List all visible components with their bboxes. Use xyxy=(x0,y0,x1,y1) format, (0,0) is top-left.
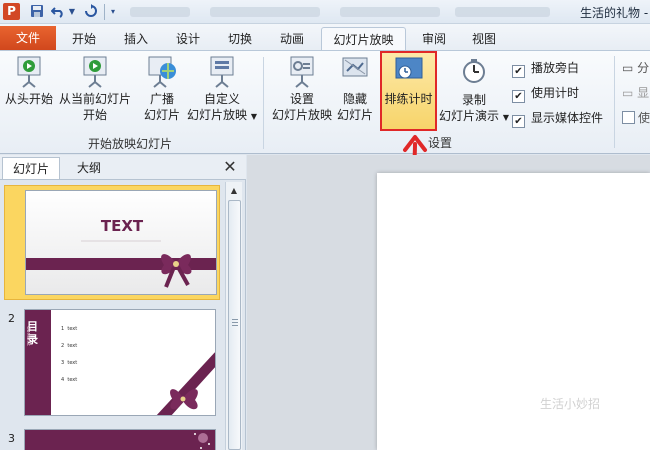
broadcast-icon xyxy=(148,56,176,88)
document-title: 生活的礼物 - xyxy=(580,6,649,20)
tab-review[interactable]: 审阅 xyxy=(414,27,454,51)
tab-home[interactable]: 开始 xyxy=(62,27,106,51)
toolbar-separator xyxy=(104,4,105,20)
tab-transitions[interactable]: 切换 xyxy=(218,27,262,51)
slideshow-current-icon xyxy=(83,56,107,88)
rehearse-timings-button[interactable]: 排练计时 xyxy=(382,55,435,107)
slide-3-preview xyxy=(24,429,216,450)
slide-2-item: 3 text xyxy=(61,360,78,366)
tab-outline[interactable]: 大纲 xyxy=(64,157,114,179)
custom-label-1: 自定义 xyxy=(203,92,240,106)
slide-2-design xyxy=(25,310,215,415)
undo-icon[interactable] xyxy=(50,4,66,20)
blurred-tab xyxy=(130,7,190,17)
show-on-monitor-item[interactable]: ▭ 显 xyxy=(622,85,649,101)
save-icon[interactable] xyxy=(29,4,45,20)
broadcast-slideshow-button[interactable]: 广播 幻灯片 xyxy=(142,55,182,123)
slide-2-item: 2 text xyxy=(61,343,78,349)
monitor-resolution-item[interactable]: ▭ 分 xyxy=(622,60,649,76)
undo-dropdown-icon[interactable]: ▼ xyxy=(68,4,76,20)
tab-file[interactable]: 文件 xyxy=(0,26,56,51)
record-label-2: 幻灯片演示 ▼ xyxy=(439,109,509,123)
checkbox-checked-icon[interactable]: ✔ xyxy=(512,115,525,128)
blurred-tab xyxy=(340,7,440,17)
hide-label-1: 隐藏 xyxy=(342,92,367,106)
hide-slide-icon xyxy=(342,57,368,77)
slide-thumbnail-2[interactable]: 目录 Content 1 text 2 text 3 text 4 text xyxy=(4,305,220,420)
slide-3-design xyxy=(25,430,215,450)
rehearse-timer-icon xyxy=(395,57,422,79)
slide-1-preview: TEXT xyxy=(25,190,217,295)
close-icon[interactable]: ✕ xyxy=(222,158,238,176)
custom-label-2: 幻灯片放映 ▼ xyxy=(187,108,257,122)
custom-slideshow-button[interactable]: 自定义 幻灯片放映 ▼ xyxy=(186,55,258,125)
from-current-label-2: 开始 xyxy=(82,108,107,122)
slide-1-design xyxy=(26,191,216,294)
tab-slides[interactable]: 幻灯片 xyxy=(2,157,60,179)
checkbox-label: 使用计时 xyxy=(531,86,580,100)
setup-label-2: 幻灯片放映 xyxy=(271,108,332,122)
grip-line xyxy=(232,319,238,320)
grip-line xyxy=(232,322,238,323)
from-current-label-1: 从当前幻灯片 xyxy=(58,92,131,106)
group-label-start-slideshow: 开始放映幻灯片 xyxy=(87,137,172,151)
redo-icon[interactable] xyxy=(84,4,98,20)
tab-animations[interactable]: 动画 xyxy=(270,27,314,51)
customize-toolbar-icon[interactable]: ▾ xyxy=(108,4,118,20)
checkbox-checked-icon[interactable]: ✔ xyxy=(512,65,525,78)
setup-slideshow-button[interactable]: 设置 幻灯片放映 xyxy=(270,55,334,123)
blurred-tab xyxy=(210,7,320,17)
scroll-up-icon[interactable]: ▲ xyxy=(226,183,242,199)
vertical-scrollbar[interactable]: ▲ xyxy=(225,182,242,450)
slide-2-preview: 目录 Content 1 text 2 text 3 text 4 text xyxy=(24,309,216,416)
scrollbar-thumb[interactable] xyxy=(228,200,241,450)
slide-thumbnail-3[interactable] xyxy=(4,425,220,450)
slide-2-side-subtitle: Content xyxy=(25,326,31,346)
slideshow-start-icon xyxy=(17,56,41,88)
current-slide-canvas[interactable] xyxy=(377,173,650,450)
slide-2-item: 1 text xyxy=(61,326,78,332)
hide-slide-button[interactable]: 隐藏 幻灯片 xyxy=(335,55,375,123)
checkbox-play-narrations[interactable]: ✔ 播放旁白 xyxy=(512,60,579,78)
dropdown-arrow-icon: ▼ xyxy=(502,113,509,122)
tab-insert[interactable]: 插入 xyxy=(114,27,158,51)
use-presenter-view-checkbox[interactable]: 使 xyxy=(622,110,650,126)
slide-thumbnail-1[interactable]: TEXT xyxy=(4,185,220,300)
checkbox-use-timings[interactable]: ✔ 使用计时 xyxy=(512,85,579,103)
record-icon xyxy=(463,59,485,83)
dropdown-arrow-icon: ▼ xyxy=(250,112,257,121)
powerpoint-app-icon[interactable]: P xyxy=(3,3,20,20)
pane-tabs: 幻灯片 大纲 ✕ xyxy=(0,155,246,180)
grip-line xyxy=(232,325,238,326)
checkbox-checked-icon[interactable]: ✔ xyxy=(512,90,525,103)
tab-design[interactable]: 设计 xyxy=(166,27,210,51)
rehearse-label: 排练计时 xyxy=(384,92,433,106)
title-bar: P ▼ ▾ 生活的礼物 - xyxy=(0,0,650,24)
broadcast-label-2: 幻灯片 xyxy=(143,108,180,122)
custom-show-icon xyxy=(210,56,234,88)
ribbon-tab-row: 文件 开始 插入 设计 切换 动画 幻灯片放映 审阅 视图 xyxy=(0,24,650,51)
slide-1-title: TEXT xyxy=(100,217,144,235)
group-separator xyxy=(263,57,264,149)
group-separator xyxy=(614,56,615,148)
checkbox-unchecked-icon[interactable] xyxy=(622,111,635,124)
watermark-text: 生活小妙招 xyxy=(540,397,601,411)
checkbox-show-media-controls[interactable]: ✔ 显示媒体控件 xyxy=(512,110,603,128)
setup-show-icon xyxy=(290,56,314,88)
broadcast-label-1: 广播 xyxy=(149,92,174,106)
tab-view[interactable]: 视图 xyxy=(464,27,504,51)
checkbox-label: 播放旁白 xyxy=(531,61,580,75)
checkbox-label: 显示媒体控件 xyxy=(531,111,604,125)
record-label-1: 录制 xyxy=(461,93,486,107)
record-slideshow-button[interactable]: 录制 幻灯片演示 ▼ xyxy=(438,56,510,126)
slide-2-item: 4 text xyxy=(61,377,78,383)
blurred-tab xyxy=(455,7,550,17)
setup-label-1: 设置 xyxy=(289,92,314,106)
slides-pane: 幻灯片 大纲 ✕ 1 TEXT 2 xyxy=(0,155,246,450)
from-current-slide-button[interactable]: 从当前幻灯片 开始 xyxy=(58,55,132,123)
tab-slide-show[interactable]: 幻灯片放映 xyxy=(321,27,406,51)
from-beginning-label: 从头开始 xyxy=(4,92,53,106)
from-beginning-button[interactable]: 从头开始 xyxy=(4,55,54,107)
hide-label-2: 幻灯片 xyxy=(336,108,373,122)
